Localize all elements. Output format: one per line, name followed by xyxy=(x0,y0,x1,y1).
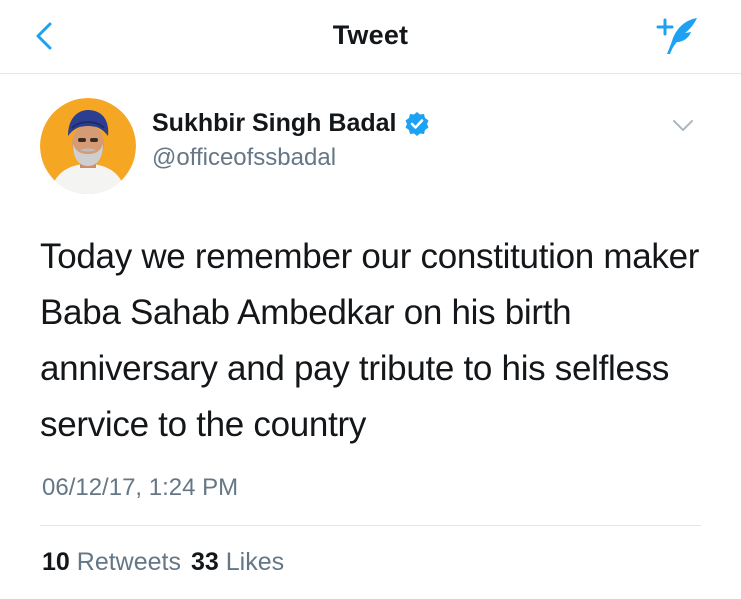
retweets-stat[interactable]: 10 Retweets xyxy=(42,548,181,577)
profile-photo xyxy=(40,98,136,194)
avatar[interactable] xyxy=(40,98,136,194)
compose-tweet-icon xyxy=(656,18,697,54)
engagement-stats: 10 Retweets 33 Likes xyxy=(42,548,284,577)
likes-count: 33 xyxy=(190,548,219,576)
tweet-options-button[interactable] xyxy=(671,118,695,134)
divider xyxy=(40,525,701,526)
chevron-down-icon xyxy=(673,120,693,131)
author-handle[interactable]: @officeofssbadal xyxy=(152,144,336,172)
tweet-timestamp: 06/12/17, 1:24 PM xyxy=(42,474,239,501)
author-name-row[interactable]: Sukhbir Singh Badal xyxy=(152,109,430,138)
page-title: Tweet xyxy=(332,20,409,50)
tweet-card: Sukhbir Singh Badal @officeofssbadal Tod… xyxy=(0,74,741,599)
tweet-detail-screen: Tweet Sukhbir Singh Badal @officeofssbad… xyxy=(0,0,741,599)
likes-stat[interactable]: 33 Likes xyxy=(191,548,284,577)
retweets-count: 10 xyxy=(42,548,70,576)
top-navigation-bar: Tweet xyxy=(0,0,741,74)
tweet-text: Today we remember our constitution maker… xyxy=(40,237,700,444)
retweets-label: Retweets xyxy=(76,548,181,576)
likes-label: Likes xyxy=(225,548,285,576)
author-display-name[interactable]: Sukhbir Singh Badal xyxy=(152,109,396,138)
verified-badge-icon xyxy=(404,111,430,137)
compose-tweet-button[interactable] xyxy=(653,14,701,58)
